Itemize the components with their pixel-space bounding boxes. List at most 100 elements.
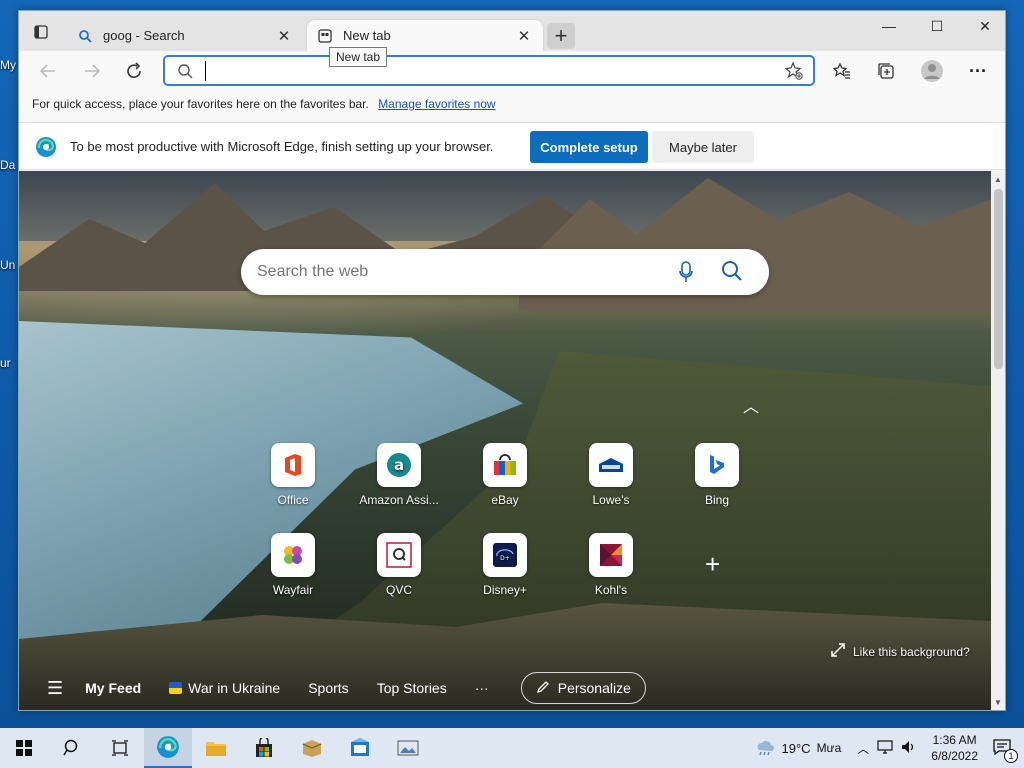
feed-tab-top-stories[interactable]: Top Stories <box>377 680 447 696</box>
microsoft-store-icon[interactable] <box>240 728 288 768</box>
new-tab-button[interactable]: + <box>547 23 575 49</box>
system-tray: 19°C Mưa ︿ 1:36 AM 6/8/2022 1 <box>754 728 1024 768</box>
desktop-icon-label[interactable]: My <box>0 58 16 72</box>
quick-link-amazon-assistant[interactable]: a Amazon Assi... <box>354 443 444 507</box>
personalize-button[interactable]: Personalize <box>520 672 646 704</box>
notification-center-icon[interactable]: 1 <box>992 738 1018 763</box>
clock-date: 6/8/2022 <box>931 749 978 763</box>
hamburger-menu-icon[interactable]: ☰ <box>47 678 63 699</box>
favorites-bar-hint: For quick access, place your favorites h… <box>32 97 369 111</box>
show-hidden-icons-icon[interactable]: ︿ <box>857 740 869 757</box>
feed-tab-my-feed[interactable]: My Feed <box>85 680 141 696</box>
setup-message: To be most productive with Microsoft Edg… <box>70 139 494 154</box>
windows-taskbar: 19°C Mưa ︿ 1:36 AM 6/8/2022 1 <box>0 728 1024 768</box>
refresh-button[interactable] <box>119 57 149 85</box>
virtualbox-app-icon[interactable] <box>336 728 384 768</box>
office-icon <box>271 443 315 487</box>
new-tab-page: ︿ Office a Amazon Assi... eBay Lowe's <box>19 171 991 710</box>
maybe-later-button[interactable]: Maybe later <box>652 131 754 163</box>
taskbar-clock[interactable]: 1:36 AM 6/8/2022 <box>931 732 978 764</box>
desktop-icon-label[interactable]: ur <box>0 356 11 370</box>
feed-more-icon[interactable]: ··· <box>475 680 489 696</box>
tab-strip: goog - Search ✕ New tab ✕ + — ☐ ✕ <box>19 11 1005 51</box>
close-window-button[interactable]: ✕ <box>961 11 1005 41</box>
quick-link-wayfair[interactable]: Wayfair <box>248 533 338 597</box>
minimize-button[interactable]: — <box>865 11 913 41</box>
pencil-icon <box>536 680 550 697</box>
quick-link-qvc[interactable]: QVC <box>354 533 444 597</box>
search-icon <box>77 28 93 44</box>
tile-label: Amazon Assi... <box>359 493 439 507</box>
desktop-icon-label[interactable]: Un <box>0 258 15 272</box>
weather-icon[interactable] <box>754 738 776 759</box>
complete-setup-button[interactable]: Complete setup <box>530 131 648 163</box>
photo-viewer-icon[interactable] <box>384 728 432 768</box>
settings-more-icon[interactable]: ··· <box>963 57 993 85</box>
web-search-input[interactable] <box>257 261 657 283</box>
page-scrollbar[interactable]: ▲ ▼ <box>991 171 1005 710</box>
add-favorite-icon[interactable] <box>784 61 803 85</box>
feed-navigation-bar: ☰ My Feed War in Ukraine Sports Top Stor… <box>19 665 991 710</box>
disney-plus-icon: D+ <box>483 533 527 577</box>
quick-link-bing[interactable]: Bing <box>672 443 762 507</box>
scroll-down-icon[interactable]: ▼ <box>994 698 1002 707</box>
tile-label: Wayfair <box>272 583 314 597</box>
like-background-text: Like this background? <box>853 644 970 659</box>
ebay-icon <box>483 443 527 487</box>
network-icon[interactable] <box>877 739 893 757</box>
favorites-icon[interactable] <box>827 57 857 85</box>
collections-icon[interactable] <box>871 57 901 85</box>
like-background-link[interactable]: Like this background? <box>831 643 970 660</box>
add-quick-link-button[interactable]: + <box>705 549 720 580</box>
scroll-up-icon[interactable]: ▲ <box>994 175 1002 184</box>
personalize-label: Personalize <box>557 680 631 696</box>
scrollbar-thumb[interactable] <box>994 189 1003 369</box>
kohls-icon <box>589 533 633 577</box>
close-tab-icon[interactable]: ✕ <box>515 27 533 45</box>
tile-label: Kohl's <box>594 583 628 597</box>
microphone-icon[interactable] <box>679 261 693 288</box>
feed-tab-label: War in Ukraine <box>188 680 281 696</box>
address-bar[interactable] <box>163 55 815 86</box>
address-input[interactable] <box>205 61 775 81</box>
task-view-icon[interactable] <box>96 728 144 768</box>
file-explorer-icon[interactable] <box>192 728 240 768</box>
tab-actions-icon[interactable] <box>25 20 57 44</box>
favorites-bar: For quick access, place your favorites h… <box>19 91 1005 121</box>
volume-icon[interactable] <box>901 740 917 757</box>
taskbar-edge-icon[interactable] <box>144 728 192 768</box>
tile-label: Lowe's <box>592 493 630 507</box>
newtab-page-icon <box>317 28 333 44</box>
desktop-icon-label[interactable]: Da <box>0 158 15 172</box>
weather-temp[interactable]: 19°C <box>782 741 811 756</box>
setup-infobar: To be most productive with Microsoft Edg… <box>19 122 1005 170</box>
feed-tab-sports[interactable]: Sports <box>308 680 348 696</box>
close-tab-icon[interactable]: ✕ <box>275 27 293 45</box>
tab-goog-search[interactable]: goog - Search ✕ <box>67 20 303 51</box>
web-search-box[interactable] <box>241 249 769 295</box>
weather-description[interactable]: Mưa <box>817 741 842 755</box>
maximize-button[interactable]: ☐ <box>913 11 961 41</box>
tile-label: Bing <box>704 493 730 507</box>
tab-title: goog - Search <box>103 28 185 43</box>
search-icon[interactable] <box>721 260 743 287</box>
clock-time: 1:36 AM <box>932 733 977 747</box>
quick-link-kohls[interactable]: Kohl's <box>566 533 656 597</box>
back-button[interactable] <box>33 57 63 85</box>
quick-link-lowes[interactable]: Lowe's <box>566 443 656 507</box>
feed-tab-war-in-ukraine[interactable]: War in Ukraine <box>169 680 280 696</box>
wayfair-icon <box>271 533 315 577</box>
quick-link-ebay[interactable]: eBay <box>460 443 550 507</box>
quick-link-disney-plus[interactable]: D+ Disney+ <box>460 533 550 597</box>
quick-link-office[interactable]: Office <box>248 443 338 507</box>
search-icon[interactable] <box>48 728 96 768</box>
app-installer-icon[interactable] <box>288 728 336 768</box>
forward-button[interactable] <box>77 57 107 85</box>
manage-favorites-link[interactable]: Manage favorites now <box>378 97 495 111</box>
amazon-assistant-icon: a <box>377 443 421 487</box>
svg-text:D+: D+ <box>500 555 510 562</box>
collapse-tiles-icon[interactable]: ︿ <box>743 393 759 417</box>
profile-avatar-icon[interactable] <box>917 57 947 85</box>
start-button[interactable] <box>0 728 48 768</box>
tile-label: Office <box>277 493 309 507</box>
